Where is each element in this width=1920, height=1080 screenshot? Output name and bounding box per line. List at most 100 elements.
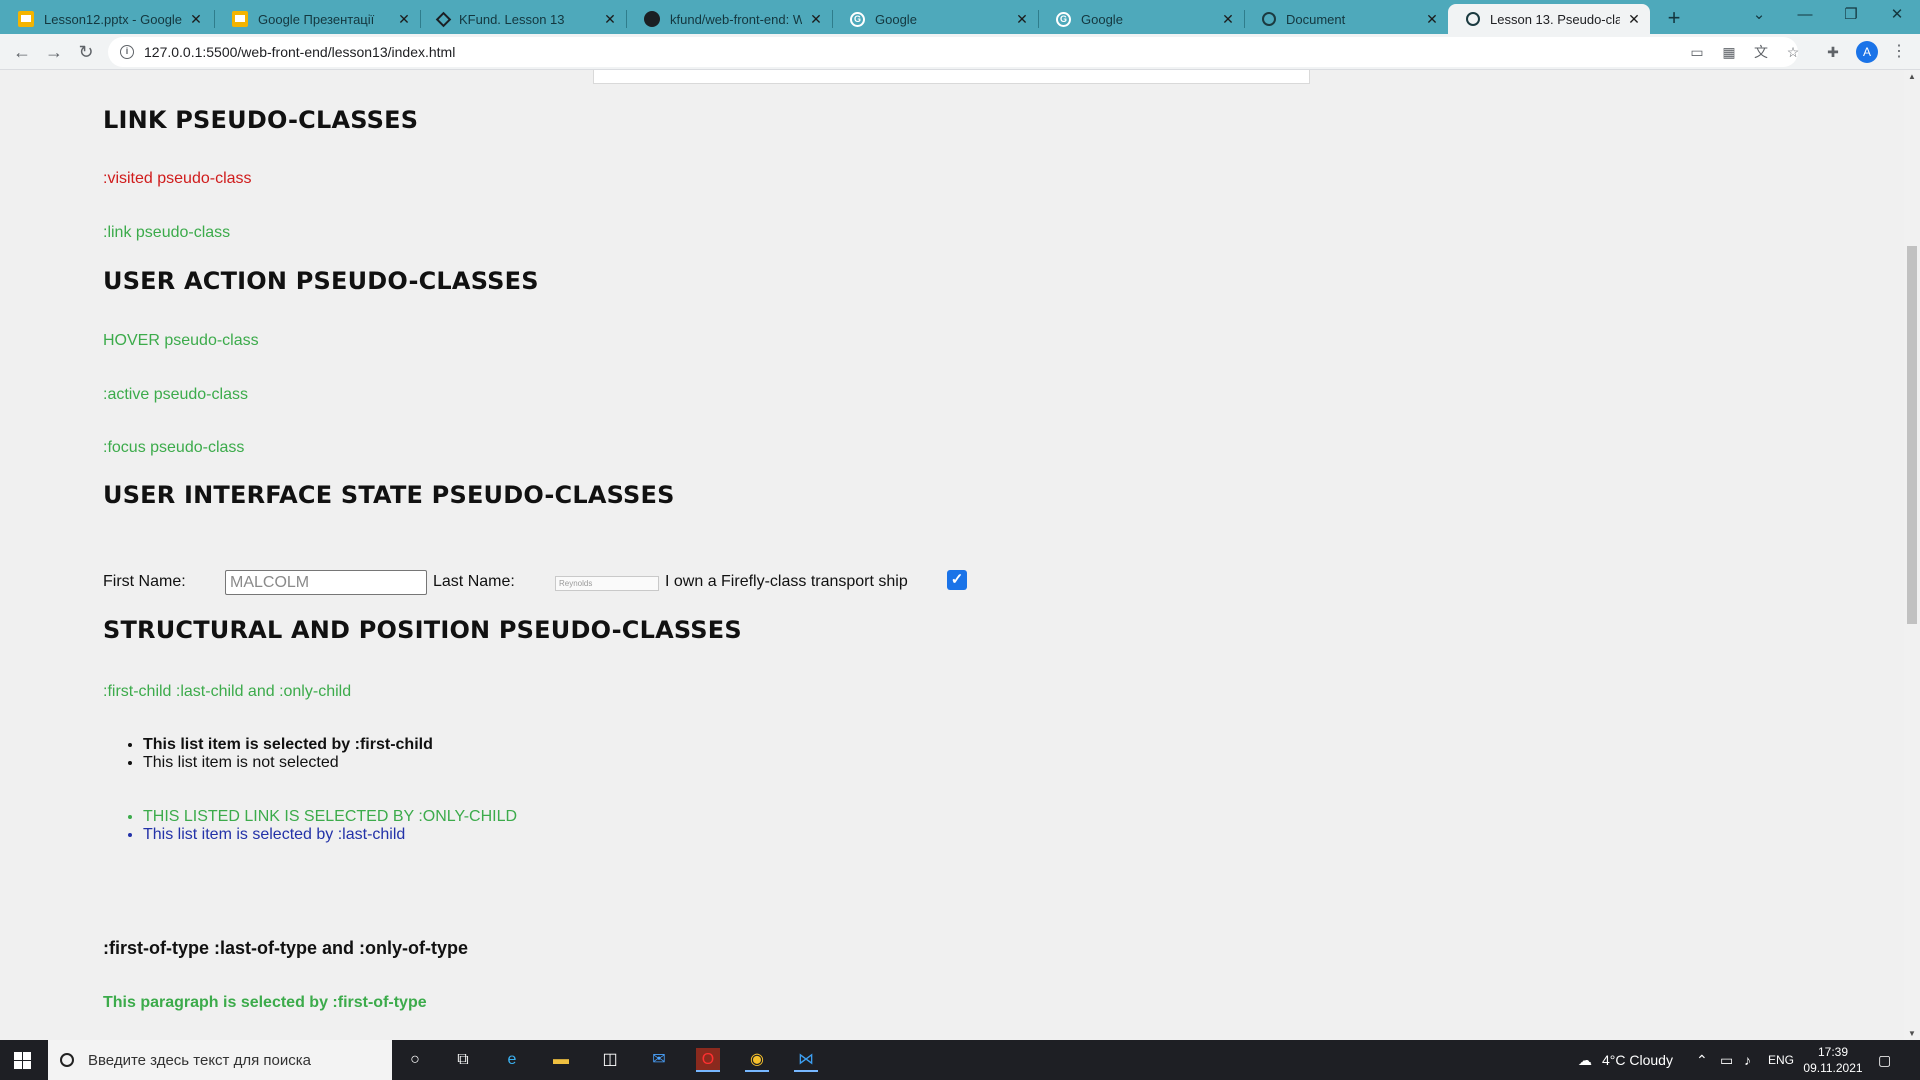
cortana-icon[interactable]: ○ <box>403 1048 427 1072</box>
ship-form: First Name: Last Name: I own a Firefly-c… <box>103 570 1003 596</box>
active-link[interactable]: :active pseudo-class <box>103 386 248 404</box>
clock-date: 09.11.2021 <box>1803 1061 1863 1075</box>
hover-link[interactable]: HOVER pseudo-class <box>103 332 259 350</box>
close-icon[interactable]: ✕ <box>1424 11 1440 28</box>
close-icon[interactable]: ✕ <box>188 11 204 28</box>
only-child-list: THIS LISTED LINK IS SELECTED BY :ONLY-CH… <box>143 808 517 844</box>
store-icon[interactable]: ◫ <box>598 1048 622 1072</box>
scroll-down-arrow-icon[interactable]: ▼ <box>1908 1029 1916 1038</box>
tab-google-presentations[interactable]: Google Презентації ✕ <box>214 4 420 34</box>
scroll-thumb[interactable] <box>1907 246 1917 624</box>
list-item: This list item is not selected <box>143 754 433 772</box>
tray-chevron-up-icon[interactable]: ⌃ <box>1696 1040 1708 1080</box>
notifications-icon[interactable]: ▢ <box>1878 1040 1891 1080</box>
focus-link[interactable]: :focus pseudo-class <box>103 439 244 457</box>
close-icon[interactable]: ✕ <box>1220 11 1236 28</box>
list-item: This list item is selected by :first-chi… <box>143 736 433 754</box>
qr-code-icon[interactable]: ▦ <box>1720 43 1738 61</box>
scroll-up-arrow-icon[interactable]: ▲ <box>1908 72 1916 81</box>
forward-arrow-icon[interactable]: → <box>40 38 68 66</box>
github-icon <box>644 11 660 27</box>
opera-icon[interactable]: O <box>696 1048 720 1072</box>
tab-github-kfund[interactable]: kfund/web-front-end: WEB ✕ <box>626 4 832 34</box>
ui-state-heading: USER INTERFACE STATE PSEUDO-CLASSES <box>103 481 675 509</box>
file-explorer-icon[interactable]: ▬ <box>549 1048 573 1072</box>
google-icon: G <box>1056 11 1071 27</box>
tab-search-chevron-down-icon[interactable]: ⌄ <box>1736 0 1782 34</box>
link-pseudo-classes-heading: LINK PSEUDO-CLASSES <box>103 106 419 134</box>
language-indicator[interactable]: ENG <box>1768 1040 1794 1080</box>
child-caption-link[interactable]: :first-child :last-child and :only-child <box>103 683 351 701</box>
edge-icon[interactable]: e <box>500 1048 524 1072</box>
restore-icon[interactable]: ❐ <box>1828 0 1874 34</box>
visited-link[interactable]: :visited pseudo-class <box>103 170 252 188</box>
tab-title: Google Презентації <box>258 11 375 27</box>
globe-icon <box>1466 12 1480 26</box>
tab-title: Document <box>1286 11 1346 27</box>
clock[interactable]: 17:39 09.11.2021 <box>1798 1044 1868 1076</box>
close-icon[interactable]: ✕ <box>1014 11 1030 28</box>
of-type-heading: :first-of-type :last-of-type and :only-o… <box>103 938 468 958</box>
close-icon[interactable]: ✕ <box>808 11 824 28</box>
vscode-icon[interactable]: ⋈ <box>794 1048 818 1072</box>
url-text[interactable]: 127.0.0.1:5500/web-front-end/lesson13/in… <box>144 44 455 60</box>
network-icon[interactable]: ▭ <box>1720 1040 1733 1080</box>
new-tab-button[interactable]: + <box>1660 4 1688 32</box>
tab-title: Lesson12.pptx - Google Пр <box>44 11 182 27</box>
structural-heading: STRUCTURAL AND POSITION PSEUDO-CLASSES <box>103 616 742 644</box>
reload-icon[interactable]: ↻ <box>72 38 100 66</box>
firefly-checkbox[interactable]: ✓ <box>947 570 967 590</box>
top-box <box>593 70 1310 84</box>
tab-kfund-lesson13[interactable]: KFund. Lesson 13 ✕ <box>420 4 626 34</box>
info-icon[interactable]: i <box>120 45 134 59</box>
more-menu-icon[interactable]: ⋮ <box>1890 40 1908 64</box>
profile-avatar[interactable]: A <box>1856 41 1878 63</box>
first-name-field[interactable] <box>225 570 427 595</box>
weather-cloud-icon[interactable]: ☁ <box>1578 1040 1592 1080</box>
tab-title: Google <box>875 11 917 27</box>
address-bar[interactable]: i 127.0.0.1:5500/web-front-end/lesson13/… <box>108 37 1798 67</box>
translate-icon[interactable]: 文 <box>1752 43 1770 61</box>
mail-icon[interactable]: ✉ <box>647 1048 671 1072</box>
close-icon[interactable]: ✕ <box>1626 11 1642 28</box>
tab-strip: Lesson12.pptx - Google Пр ✕ Google Презе… <box>0 0 1920 34</box>
first-of-type-paragraph: This paragraph is selected by :first-of-… <box>103 994 427 1011</box>
tab-google-1[interactable]: G Google ✕ <box>832 4 1038 34</box>
search-icon <box>60 1053 74 1067</box>
tab-lesson12-pptx[interactable]: Lesson12.pptx - Google Пр ✕ <box>0 4 212 34</box>
back-arrow-icon[interactable]: ← <box>8 38 36 66</box>
first-child-list: This list item is selected by :first-chi… <box>143 736 433 772</box>
bookmark-star-icon[interactable]: ☆ <box>1784 43 1802 61</box>
tab-document[interactable]: Document ✕ <box>1244 4 1448 34</box>
page-scrollbar[interactable]: ▲ ▼ <box>1904 70 1920 1040</box>
tab-title: kfund/web-front-end: WEB <box>670 11 802 27</box>
last-name-field[interactable] <box>555 576 659 591</box>
extensions-puzzle-icon[interactable]: ✚ <box>1824 43 1842 61</box>
taskbar-search[interactable]: Введите здесь текст для поиска <box>48 1040 392 1080</box>
windows-start-icon[interactable] <box>14 1052 31 1069</box>
close-icon[interactable]: ✕ <box>396 11 412 28</box>
google-icon: G <box>850 11 865 27</box>
checkbox-label: I own a Firefly-class transport ship <box>665 573 908 590</box>
task-view-icon[interactable]: ⧉ <box>451 1048 475 1072</box>
list-item: This list item is selected by :last-chil… <box>143 826 517 844</box>
first-name-label: First Name: <box>103 573 186 590</box>
cast-icon[interactable]: ▭ <box>1688 43 1706 61</box>
volume-icon[interactable]: ♪ <box>1744 1040 1751 1080</box>
user-action-heading: USER ACTION PSEUDO-CLASSES <box>103 267 539 295</box>
close-icon[interactable]: ✕ <box>602 11 618 28</box>
minimize-icon[interactable]: — <box>1782 0 1828 34</box>
weather-text[interactable]: 4°C Cloudy <box>1602 1040 1673 1080</box>
clock-time: 17:39 <box>1817 1045 1849 1059</box>
link-link[interactable]: :link pseudo-class <box>103 224 230 242</box>
codepen-icon <box>435 11 452 27</box>
tab-title: KFund. Lesson 13 <box>459 11 565 27</box>
search-placeholder: Введите здесь текст для поиска <box>88 1051 311 1069</box>
only-child-link[interactable]: THIS LISTED LINK IS SELECTED BY :ONLY-CH… <box>143 808 517 826</box>
chrome-icon[interactable]: ◉ <box>745 1048 769 1072</box>
tab-title: Google <box>1081 11 1123 27</box>
close-window-icon[interactable]: ✕ <box>1874 0 1920 34</box>
tab-google-2[interactable]: G Google ✕ <box>1038 4 1244 34</box>
windows-taskbar: Введите здесь текст для поиска ○ ⧉ e ▬ ◫… <box>0 1040 1920 1080</box>
tab-lesson13-pseudo-classes[interactable]: Lesson 13. Pseudo-classes ✕ <box>1448 4 1650 34</box>
